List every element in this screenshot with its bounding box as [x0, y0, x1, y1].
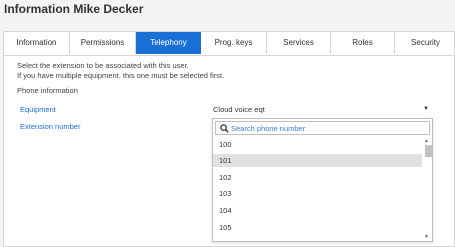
- option-103[interactable]: 103: [213, 187, 422, 200]
- scrollbar[interactable]: ▲ ▼: [423, 138, 432, 241]
- chevron-down-icon[interactable]: ▼: [423, 106, 429, 112]
- extension-dropdown: 100 101 102 103 104 105 ▲ ▼: [212, 118, 433, 242]
- intro-line-1: Select the extension to be associated wi…: [17, 61, 189, 70]
- option-105[interactable]: 105: [213, 221, 422, 234]
- scroll-down-icon[interactable]: ▼: [424, 234, 429, 240]
- search-icon: [220, 124, 229, 133]
- scrollbar-thumb[interactable]: [425, 145, 432, 157]
- option-101[interactable]: 101: [213, 154, 422, 167]
- tab-bar: Information Permissions Telephony Prog. …: [4, 32, 455, 56]
- search-box[interactable]: [215, 121, 430, 135]
- tab-permissions[interactable]: Permissions: [70, 32, 136, 54]
- tab-security[interactable]: Security: [395, 32, 455, 54]
- intro-text: Select the extension to be associated wi…: [17, 61, 224, 81]
- option-104[interactable]: 104: [213, 204, 422, 217]
- intro-line-2: If you have multiple equipment, this one…: [17, 71, 225, 80]
- option-102[interactable]: 102: [213, 171, 422, 184]
- section-phone-information: Phone information: [17, 86, 78, 95]
- scroll-up-icon[interactable]: ▲: [424, 138, 429, 144]
- page-title: Information Mike Decker: [4, 2, 144, 16]
- extension-number-label: Extension number: [20, 122, 81, 131]
- user-info-panel: Information Permissions Telephony Prog. …: [3, 31, 455, 247]
- tab-prog-keys[interactable]: Prog. keys: [201, 32, 267, 54]
- tab-services[interactable]: Services: [267, 32, 331, 54]
- tab-information[interactable]: Information: [4, 32, 70, 54]
- equipment-label: Equipment: [20, 105, 56, 114]
- tab-telephony[interactable]: Telephony: [136, 32, 201, 54]
- tab-roles[interactable]: Roles: [331, 32, 395, 54]
- option-list: 100 101 102 103 104 105: [213, 138, 422, 242]
- search-phone-input[interactable]: [231, 123, 426, 134]
- equipment-select[interactable]: Cloud voice eqt: [213, 105, 265, 114]
- option-100[interactable]: 100: [213, 138, 422, 151]
